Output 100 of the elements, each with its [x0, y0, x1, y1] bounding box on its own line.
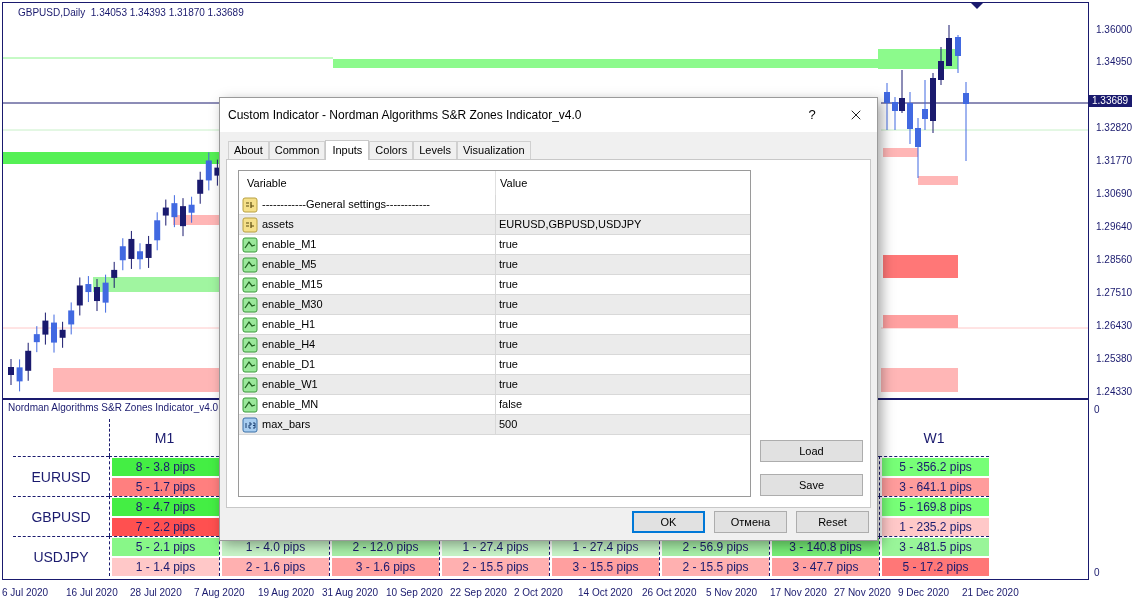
zone-count-cell: 2 - 15.5 pips — [442, 558, 549, 576]
price-label: 1.26430 — [1096, 321, 1132, 331]
zone-count-cell: 5 - 17.2 pips — [882, 558, 989, 576]
dialog-button[interactable]: OK — [632, 511, 705, 533]
asset-label: EURUSD — [31, 469, 91, 484]
variable-value[interactable]: 500 — [499, 416, 518, 433]
tab[interactable]: Colors — [369, 141, 414, 159]
candlestick — [137, 242, 143, 270]
candlestick — [16, 358, 23, 392]
price-label: 1.27510 — [1096, 288, 1132, 298]
candlestick — [946, 24, 952, 67]
tab[interactable]: Visualization — [456, 141, 531, 159]
line-chart-document-icon — [242, 256, 258, 273]
zone-count-cell: 1 - 235.2 pips — [882, 518, 989, 536]
candlestick — [188, 196, 195, 224]
dialog-button[interactable]: Отмена — [714, 511, 787, 533]
date-label: 17 Nov 2020 — [770, 586, 828, 600]
variable-value[interactable]: EURUSD,GBPUSD,USDJPY — [499, 216, 642, 233]
variable-name: enable_H4 — [262, 337, 316, 353]
variable-value[interactable]: true — [499, 376, 518, 393]
date-label: 27 Nov 2020 — [834, 586, 892, 600]
zone-count-cell: 8 - 4.7 pips — [112, 498, 219, 516]
date-label: 9 Dec 2020 — [898, 586, 951, 600]
candlestick — [128, 230, 135, 270]
zone-count-cell: 3 - 1.6 pips — [332, 558, 439, 576]
side-button[interactable]: Save — [760, 474, 863, 496]
variable-name: assets — [262, 217, 294, 233]
candlestick — [171, 194, 178, 228]
candlestick — [145, 235, 152, 269]
numeric-document-icon — [242, 416, 258, 433]
date-label: 26 Oct 2020 — [642, 586, 698, 600]
variable-name: max_bars — [262, 417, 311, 433]
candlestick — [938, 46, 944, 86]
date-label: 5 Nov 2020 — [706, 586, 759, 600]
side-button[interactable]: Load — [760, 440, 863, 462]
date-label: 7 Aug 2020 — [194, 586, 246, 600]
zone-count-cell: 3 - 47.7 pips — [772, 558, 879, 576]
variable-value[interactable]: true — [499, 296, 518, 313]
date-label: 6 Jul 2020 — [2, 586, 50, 600]
variable-name: enable_D1 — [262, 357, 316, 373]
scale-label: 0 — [1094, 566, 1100, 580]
asset-label: USDJPY — [33, 549, 89, 564]
date-label: 10 Sep 2020 — [386, 586, 444, 600]
variable-value[interactable]: true — [499, 336, 518, 353]
variable-value[interactable]: true — [499, 316, 518, 333]
zone-band — [918, 176, 958, 185]
date-label: 16 Jul 2020 — [66, 586, 119, 600]
price-label: 1.30690 — [1096, 189, 1132, 199]
price-label: 1.32820 — [1096, 123, 1132, 133]
zone-count-cell: 5 - 1.7 pips — [112, 478, 219, 496]
zone-count-cell: 3 - 15.5 pips — [552, 558, 659, 576]
variable-value[interactable]: true — [499, 256, 518, 273]
timeframe-header: W1 — [923, 430, 945, 445]
variable-value[interactable]: true — [499, 356, 518, 373]
variable-name: enable_M1 — [262, 237, 317, 253]
line-chart-document-icon — [242, 336, 258, 353]
variable-value[interactable]: true — [499, 276, 518, 293]
chart-title: GBPUSD,Daily 1.34053 1.34393 1.31870 1.33689 — [18, 6, 244, 20]
price-label: 1.29640 — [1096, 222, 1132, 232]
candlestick — [59, 321, 66, 349]
candlestick — [930, 72, 936, 134]
date-label: 31 Aug 2020 — [322, 586, 380, 600]
tab[interactable]: Common — [268, 141, 326, 159]
zone-band — [883, 148, 918, 157]
price-label: 1.28560 — [1096, 255, 1132, 265]
zone-count-cell: 3 - 481.5 pips — [882, 538, 989, 556]
variable-name: enable_M5 — [262, 257, 317, 273]
variable-value[interactable]: true — [499, 236, 518, 253]
variable-name: ------------General settings------------ — [262, 197, 430, 213]
zone-count-cell: 5 - 169.8 pips — [882, 498, 989, 516]
line-chart-document-icon — [242, 276, 258, 293]
candlestick — [907, 91, 913, 145]
candlestick — [180, 197, 186, 237]
zone-count-cell: 2 - 1.6 pips — [222, 558, 329, 576]
help-button[interactable]: ? — [797, 103, 827, 127]
tab[interactable]: Levels — [413, 141, 457, 159]
zone-count-cell: 5 - 356.2 pips — [882, 458, 989, 476]
tab[interactable]: About — [228, 141, 269, 159]
date-label: 2 Oct 2020 — [514, 586, 564, 600]
candlestick — [51, 314, 57, 354]
price-label: 1.34950 — [1096, 57, 1132, 67]
candlestick — [102, 274, 109, 314]
line-chart-document-icon — [242, 316, 258, 333]
tab[interactable]: Inputs — [325, 140, 370, 160]
asset-label: GBPUSD — [31, 509, 91, 524]
candlestick — [42, 312, 49, 346]
document-icon — [242, 216, 258, 233]
variable-name: enable_W1 — [262, 377, 318, 393]
date-label: 19 Aug 2020 — [258, 586, 316, 600]
price-label: 1.25380 — [1096, 354, 1132, 364]
document-icon — [242, 196, 258, 213]
variable-value[interactable]: false — [499, 396, 523, 413]
line-chart-document-icon — [242, 396, 258, 413]
variable-name: enable_H1 — [262, 317, 316, 333]
line-chart-document-icon — [242, 356, 258, 373]
candlestick — [955, 34, 961, 74]
dialog-button[interactable]: Reset — [796, 511, 869, 533]
timeframe-header: M1 — [154, 430, 175, 445]
candlestick — [85, 275, 92, 303]
scale-label: 0 — [1094, 403, 1100, 417]
